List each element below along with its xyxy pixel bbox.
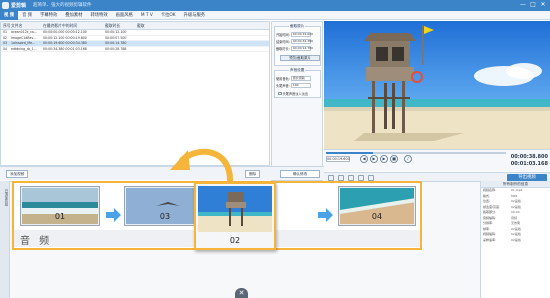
current-time: 00:00:38.800: [510, 154, 548, 160]
tab-mtv[interactable]: M T V: [137, 11, 157, 20]
cell-duration: 00:00:14.780: [105, 41, 127, 45]
playback-progress[interactable]: [326, 152, 506, 154]
audio-group-title: 声音设置: [289, 68, 306, 73]
cell-index: 03: [3, 41, 8, 45]
cell-time: 00:00:00.000 00:00:12.100: [43, 30, 87, 34]
maximize-button[interactable]: □: [529, 1, 537, 9]
video-preview[interactable]: [324, 21, 550, 149]
time-input[interactable]: 00:00:19.600: [326, 156, 350, 162]
close-button[interactable]: ✕: [539, 1, 547, 9]
next-frame-icon[interactable]: ▶: [380, 155, 388, 163]
end-time-label: 结束时间:: [276, 40, 290, 44]
clip-info-panel: 所有制作的信息 视频名称: 01.mp4 格式: MP4 位置: 02画格 帧宽度/高…: [480, 181, 550, 298]
col-duration: 截取时长: [105, 23, 121, 28]
volume-label: 头尾声音:: [276, 84, 290, 88]
cell-duration: 00:00:12.100: [105, 30, 127, 34]
audio-track-label: 使用音轨:: [276, 77, 290, 81]
tab-overlay-material[interactable]: 叠加素材: [61, 11, 86, 20]
cell-clip: [137, 30, 267, 35]
clip-settings-panel: 截取原片 开始时间: 00:00:19.600 结束时间: 00:00:34.3…: [271, 21, 323, 181]
start-time-label: 开始时间:: [276, 33, 290, 37]
info-row: 采样速率: 02画格: [483, 237, 521, 242]
clip-number: 02: [229, 236, 241, 245]
tab-video[interactable]: 视 频: [0, 10, 19, 20]
cell-time: 00:00:19.600 00:00:34.380: [43, 41, 87, 45]
audio-settings-group: 声音设置 使用音轨: 原片音轨 头尾声音: 100 头尾声音淡入淡出: [274, 68, 321, 98]
fade-checkbox[interactable]: [278, 91, 282, 96]
timeline-side-tab[interactable]: 已添加片段: [0, 181, 10, 298]
cell-time: 00:00:34.380 00:01:03.168: [43, 46, 87, 51]
cell-filename: 1oInspird_Me...: [11, 41, 36, 45]
clip-group-title: 截取原片: [289, 24, 306, 29]
stop-icon[interactable]: ■: [390, 155, 398, 163]
volume-slider[interactable]: 100: [290, 83, 311, 88]
arrow-right-icon: [318, 208, 333, 222]
audio-track-select[interactable]: 原片音轨: [290, 76, 311, 81]
cell-clip: [137, 36, 267, 41]
add-video-button[interactable]: 添加视频: [6, 170, 29, 178]
cell-filename: ocean012c_ca...: [11, 30, 37, 34]
app-subtitle: 超简单、强大的视频剪辑软件: [33, 3, 92, 8]
tab-upgrade[interactable]: 升级与服务: [180, 11, 209, 20]
beach-lifeguard-tower-image: [324, 21, 550, 149]
start-time-field[interactable]: 00:00:19.600: [290, 32, 313, 37]
menu-bar: 视 频 音 频 字幕特效 叠加素材 转场特效 画面风格 M T V 卡拉OK 升…: [0, 10, 550, 20]
cell-duration: 00:00:07.500: [105, 35, 127, 40]
total-time: 00:01:03.168: [510, 161, 548, 167]
timeline-side-label: 已添加片段: [4, 189, 8, 206]
tab-karaoke[interactable]: 卡拉OK: [157, 11, 180, 20]
clip-duration-label: 截取时长:: [276, 47, 290, 51]
player-controls: 00:00:19.600 ◀ ▶ ▶ ■ ♪ 00:00:38.800 00:0…: [324, 149, 550, 171]
clip-source-group: 截取原片 开始时间: 00:00:19.600 结束时间: 00:00:34.3…: [274, 24, 321, 66]
arrow-right-icon: [106, 208, 121, 222]
tab-subtitle-effects[interactable]: 字幕特效: [36, 11, 61, 20]
confirm-modify-button[interactable]: 确认修改: [280, 170, 320, 178]
dragged-clip-02[interactable]: 02: [194, 182, 276, 250]
cell-index: 01: [3, 30, 8, 34]
tab-transitions[interactable]: 转场特效: [86, 11, 111, 20]
prev-frame-icon[interactable]: ◀: [360, 155, 368, 163]
file-list-header: 序号 文件名 在最终影片中的时间 截取时长 截取: [1, 22, 269, 30]
info-panel-title: 所有制作的信息: [481, 181, 550, 188]
cell-clip: [137, 47, 267, 52]
clip-thumbnail: [198, 186, 272, 232]
fade-label: 头尾声音淡入淡出: [282, 92, 309, 96]
end-time-field[interactable]: 00:00:34.380: [290, 39, 313, 44]
cell-filename: edtdning_rb_1...: [11, 46, 37, 51]
cell-index: 02: [3, 35, 8, 40]
table-row[interactable]: 04 edtdning_rb_1... 00:00:34.380 00:01:0…: [1, 46, 269, 52]
cell-filename: ImageC1dRav...: [11, 35, 37, 40]
tab-audio[interactable]: 音 频: [18, 11, 36, 20]
cell-duration: 00:00:28.788: [105, 46, 127, 51]
cell-index: 04: [3, 46, 8, 51]
clip-number: 04: [371, 212, 383, 221]
delete-button[interactable]: 删除: [245, 170, 261, 178]
move-curve-arrow-icon: [170, 148, 233, 183]
close-timeline-icon[interactable]: ✕: [235, 288, 248, 298]
preview-clip-button[interactable]: 预览/截取原片: [280, 55, 320, 61]
audio-track-label: 音 频: [20, 236, 53, 247]
col-filename: 文件名: [11, 23, 23, 28]
cell-time: 00:00:12.100 00:00:19.600: [43, 35, 87, 40]
title-bar: 爱剪辑 超简单、强大的视频剪辑软件 — □ ✕: [0, 0, 550, 11]
app-title: 爱剪辑: [11, 3, 27, 9]
app-logo-icon: [2, 2, 9, 9]
minimize-button[interactable]: —: [519, 1, 527, 9]
tab-picture-style[interactable]: 画面风格: [112, 11, 137, 20]
cell-clip: [137, 41, 267, 46]
clip-number: 01: [54, 212, 66, 221]
volume-icon[interactable]: ♪: [404, 155, 412, 163]
col-clip: 截取: [137, 23, 145, 28]
col-index: 序号: [3, 23, 11, 28]
clip-duration-field[interactable]: 00:00:14.780: [290, 46, 313, 51]
play-icon[interactable]: ▶: [370, 155, 378, 163]
progress-fill: [326, 152, 373, 154]
col-time-in-movie: 在最终影片中的时间: [43, 23, 78, 28]
